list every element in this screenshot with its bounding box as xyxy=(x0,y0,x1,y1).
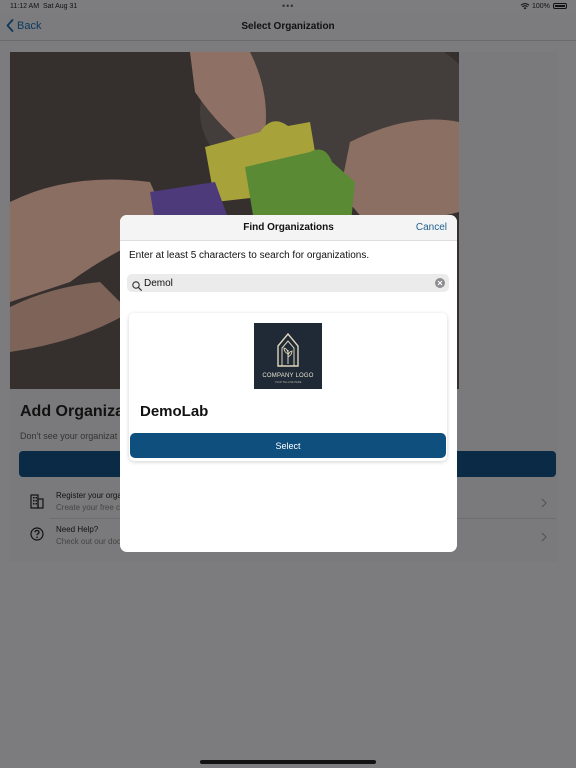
battery-icon xyxy=(553,3,567,9)
status-date: Sat Aug 31 xyxy=(43,3,78,10)
wifi-icon xyxy=(520,2,530,12)
clear-search-button[interactable] xyxy=(435,278,445,288)
select-button[interactable]: Select xyxy=(130,433,446,458)
home-indicator[interactable] xyxy=(200,760,376,764)
find-organizations-modal: Find Organizations Cancel Enter at least… xyxy=(120,215,457,552)
row-title: Need Help? xyxy=(56,525,99,534)
search-input[interactable] xyxy=(144,276,424,290)
search-icon xyxy=(132,278,142,296)
logo-text: COMPANY LOGO xyxy=(262,373,314,379)
row-title: Register your orga xyxy=(56,491,122,500)
house-leaf-logo-icon xyxy=(277,332,299,367)
logo-tagline: YOUR TAG LINE HERE xyxy=(274,381,302,384)
status-bar: 11:12 AM Sat Aug 31 ••• 100% xyxy=(0,0,576,14)
organization-result-card[interactable]: COMPANY LOGO YOUR TAG LINE HERE DemoLab … xyxy=(129,313,447,461)
building-icon xyxy=(30,493,44,514)
search-bar[interactable] xyxy=(127,274,449,292)
modal-header: Find Organizations Cancel xyxy=(120,215,457,241)
modal-title: Find Organizations xyxy=(243,222,334,233)
organization-name: DemoLab xyxy=(140,403,209,420)
background-heading: Add Organiza xyxy=(20,403,125,420)
status-time: 11:12 AM xyxy=(10,3,40,10)
close-icon xyxy=(437,280,443,286)
question-circle-icon xyxy=(30,527,44,546)
row-subtitle: Check out our doc xyxy=(56,537,121,546)
chevron-right-icon xyxy=(541,529,547,547)
battery-percent: 100% xyxy=(532,3,550,10)
page-title: Select Organization xyxy=(241,21,335,32)
company-logo: COMPANY LOGO YOUR TAG LINE HERE xyxy=(254,323,322,389)
navigation-bar: Back Select Organization xyxy=(0,14,576,41)
cancel-button[interactable]: Cancel xyxy=(416,222,447,233)
multitask-dots[interactable]: ••• xyxy=(282,1,294,11)
search-instruction: Enter at least 5 characters to search fo… xyxy=(129,250,370,261)
background-subtext: Don't see your organizat xyxy=(20,431,118,441)
chevron-right-icon xyxy=(541,495,547,513)
row-subtitle: Create your free c xyxy=(56,503,121,512)
